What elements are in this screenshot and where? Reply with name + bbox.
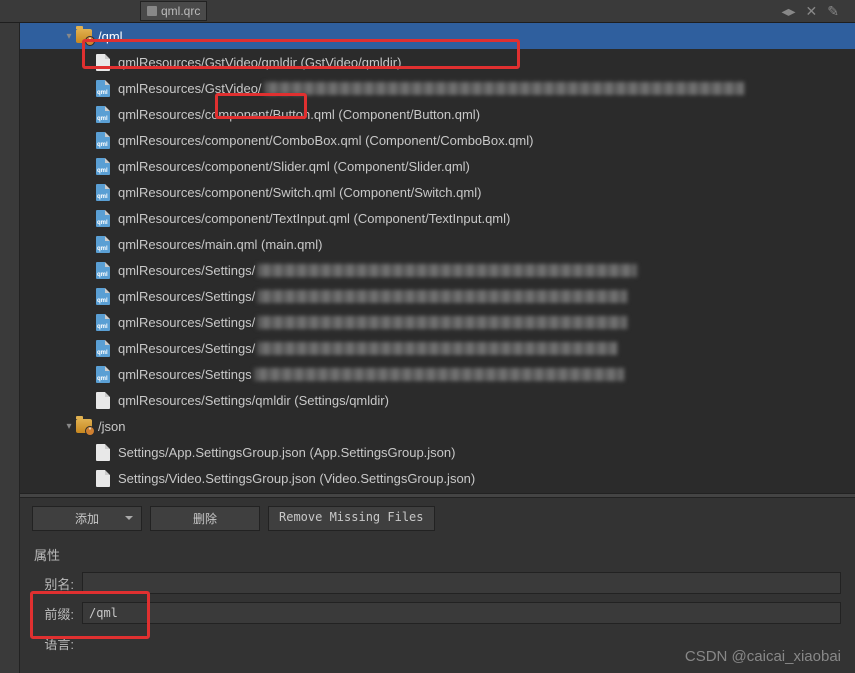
file-path: qmlResources/Settings/ (118, 289, 255, 304)
resource-tree: ▾ * /qml qmlResources/GstVideo/qmldir (G… (20, 23, 855, 493)
folder-icon: * (76, 29, 92, 43)
add-button[interactable]: 添加 (32, 506, 142, 531)
collapse-icon[interactable]: ▾ (62, 421, 76, 432)
tree-file-row[interactable]: qmlResources/component/ComboBox.qml (Com… (20, 127, 855, 153)
qml-file-icon (96, 262, 110, 279)
file-path: qmlResources/main.qml (main.qml) (118, 237, 322, 252)
redacted-text (257, 290, 627, 303)
tree-file-row[interactable]: qmlResources/Settings (20, 361, 855, 387)
redacted-text (264, 82, 744, 95)
alias-input[interactable] (82, 572, 841, 594)
qml-file-icon (96, 236, 110, 253)
edit-icon[interactable]: ✎ (827, 3, 839, 20)
file-icon (96, 444, 110, 461)
qrc-icon (147, 6, 157, 16)
tree-file-row[interactable]: qmlResources/component/Button.qml (Compo… (20, 101, 855, 127)
tree-file-row[interactable]: qmlResources/Settings/ (20, 257, 855, 283)
file-path: Settings/Video.SettingsGroup.json (Video… (118, 471, 475, 486)
delete-button[interactable]: 删除 (150, 506, 260, 531)
file-path: qmlResources/component/Switch.qml (Compo… (118, 185, 481, 200)
tree-file-row[interactable]: qmlResources/main.qml (main.qml) (20, 231, 855, 257)
prefix-node-qml[interactable]: ▾ * /qml (20, 23, 855, 49)
tree-file-row[interactable]: qmlResources/Settings/ (20, 335, 855, 361)
tree-file-row[interactable]: qmlResources/component/Slider.qml (Compo… (20, 153, 855, 179)
redacted-text (257, 342, 617, 355)
properties-panel: 添加 删除 Remove Missing Files 属性 别名: 前缀: 语言… (20, 498, 855, 673)
qml-file-icon (96, 132, 110, 149)
tool-strip: ◂▸ ✕ ✎ (781, 0, 839, 23)
qml-file-icon (96, 80, 110, 97)
file-path: qmlResources/component/ComboBox.qml (Com… (118, 133, 533, 148)
tree-file-row[interactable]: qmlResources/Settings/ (20, 283, 855, 309)
redacted-text (257, 316, 627, 329)
folder-icon: * (76, 419, 92, 433)
file-path: Settings/App.SettingsGroup.json (App.Set… (118, 445, 455, 460)
file-path: qmlResources/Settings/ (118, 263, 255, 278)
redacted-text (254, 368, 624, 381)
tree-file-row[interactable]: qmlResources/component/TextInput.qml (Co… (20, 205, 855, 231)
prefix-row: 前缀: (20, 598, 855, 628)
lang-label: 语言: (34, 634, 74, 653)
node-label: /json (98, 419, 125, 434)
file-icon (96, 470, 110, 487)
qml-file-icon (96, 314, 110, 331)
redacted-text (257, 264, 637, 277)
file-path-part: qmlResources (118, 107, 201, 122)
tree-file-row[interactable]: qmlResources/GstVideo/qmldir (GstVideo/q… (20, 49, 855, 75)
tree-file-row[interactable]: Settings/App.SettingsGroup.json (App.Set… (20, 439, 855, 465)
left-gutter (0, 23, 20, 673)
remove-missing-button[interactable]: Remove Missing Files (268, 506, 435, 531)
tree-file-row[interactable]: qmlResources/Settings/qmldir (Settings/q… (20, 387, 855, 413)
properties-heading: 属性 (20, 539, 855, 568)
tree-file-row[interactable]: qmlResources/component/Switch.qml (Compo… (20, 179, 855, 205)
tree-file-row[interactable]: qmlResources/GstVideo/ (20, 75, 855, 101)
file-icon (96, 392, 110, 409)
close-icon[interactable]: ✕ (806, 3, 818, 20)
prefix-label: 前缀: (34, 604, 74, 623)
file-path: qmlResources/Settings/ (118, 315, 255, 330)
file-path: qmlResources/GstVideo/ (118, 81, 262, 96)
nav-icon[interactable]: ◂▸ (781, 3, 795, 20)
node-label: /qml (98, 29, 123, 44)
file-path: qmlResources/GstVideo/qmldir (GstVideo/q… (118, 55, 401, 70)
prefix-input[interactable] (82, 602, 841, 624)
qml-file-icon (96, 288, 110, 305)
qml-file-icon (96, 106, 110, 123)
file-path: qmlResources/Settings/ (118, 341, 255, 356)
tree-file-row[interactable]: qmlResources/Settings/ (20, 309, 855, 335)
tab-bar: qml.qrc (0, 0, 855, 23)
file-path: qmlResources/Settings/qmldir (Settings/q… (118, 393, 389, 408)
file-path: qmlResources/Settings (118, 367, 252, 382)
qml-file-icon (96, 210, 110, 227)
file-path: qmlResources/component/TextInput.qml (Co… (118, 211, 510, 226)
file-path-part: Button.qml (Component/Button.qml) (273, 107, 480, 122)
tree-file-row[interactable]: Settings/Video.SettingsGroup.json (Video… (20, 465, 855, 491)
prefix-node-json[interactable]: ▾ * /json (20, 413, 855, 439)
qml-file-icon (96, 158, 110, 175)
alias-row: 别名: (20, 568, 855, 598)
file-icon (96, 54, 110, 71)
editor-tab[interactable]: qml.qrc (140, 1, 207, 21)
qml-file-icon (96, 340, 110, 357)
tab-title: qml.qrc (161, 4, 200, 18)
file-path-component: /component/ (201, 107, 273, 122)
alias-label: 别名: (34, 574, 74, 593)
qml-file-icon (96, 184, 110, 201)
collapse-icon[interactable]: ▾ (62, 31, 76, 42)
file-path: qmlResources/component/Slider.qml (Compo… (118, 159, 470, 174)
button-row: 添加 删除 Remove Missing Files (20, 498, 855, 539)
qml-file-icon (96, 366, 110, 383)
watermark: CSDN @caicai_xiaobai (685, 648, 841, 665)
